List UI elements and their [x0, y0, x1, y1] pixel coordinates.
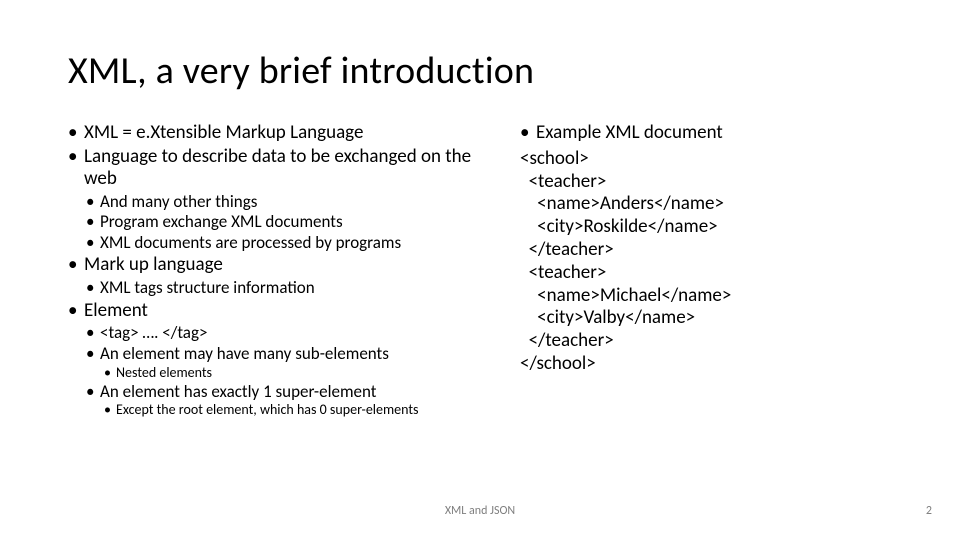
bullet-example: Example XML document: [520, 122, 900, 144]
bullet-element: Element: [68, 300, 508, 322]
right-column: Example XML document <school> <teacher> …: [520, 122, 900, 420]
bullet-lang-desc: Language to describe data to be exchange…: [68, 146, 508, 190]
sub-tag-syntax: <tag> …. </tag>: [68, 323, 508, 343]
sublist-element: <tag> …. </tag> An element may have many…: [68, 323, 508, 418]
page-number: 2: [926, 504, 932, 518]
xml-line-0: <school>: [520, 148, 900, 171]
subsub-except: Except the root element, which has 0 sup…: [68, 402, 508, 418]
sub-processed: XML documents are processed by programs: [68, 233, 508, 253]
sub-super: An element has exactly 1 super-element: [68, 382, 508, 402]
sub-tags-struct: XML tags structure information: [68, 278, 508, 298]
bullet-xml-def: XML = e.Xtensible Markup Language: [68, 122, 508, 144]
xml-example-block: <school> <teacher> <name>Anders</name> <…: [520, 148, 900, 376]
subsub-nested: Nested elements: [68, 365, 508, 381]
sub-many: And many other things: [68, 192, 508, 212]
xml-line-6: <name>Michael</name>: [520, 285, 900, 308]
xml-line-8: </teacher>: [520, 330, 900, 353]
footer-text: XML and JSON: [0, 504, 960, 518]
slide-title: XML, a very brief introduction: [68, 48, 534, 94]
left-column: XML = e.Xtensible Markup Language Langua…: [68, 122, 508, 420]
xml-line-2: <name>Anders</name>: [520, 193, 900, 216]
xml-line-9: </school>: [520, 353, 900, 376]
bullet-markup: Mark up language: [68, 254, 508, 276]
slide: XML, a very brief introduction XML = e.X…: [0, 0, 960, 540]
subsublist-nested: Nested elements: [68, 365, 508, 381]
sublist-lang: And many other things Program exchange X…: [68, 192, 508, 253]
xml-line-7: <city>Valby</name>: [520, 307, 900, 330]
subsublist-except: Except the root element, which has 0 sup…: [68, 402, 508, 418]
xml-line-4: </teacher>: [520, 239, 900, 262]
xml-line-3: <city>Roskilde</name>: [520, 216, 900, 239]
sub-subelems: An element may have many sub-elements: [68, 344, 508, 364]
bullet-list-right: Example XML document: [520, 122, 900, 144]
xml-line-5: <teacher>: [520, 262, 900, 285]
content-columns: XML = e.Xtensible Markup Language Langua…: [68, 122, 920, 420]
bullet-list-left: XML = e.Xtensible Markup Language Langua…: [68, 122, 508, 418]
sub-program: Program exchange XML documents: [68, 212, 508, 232]
xml-line-1: <teacher>: [520, 171, 900, 194]
sublist-markup: XML tags structure information: [68, 278, 508, 298]
